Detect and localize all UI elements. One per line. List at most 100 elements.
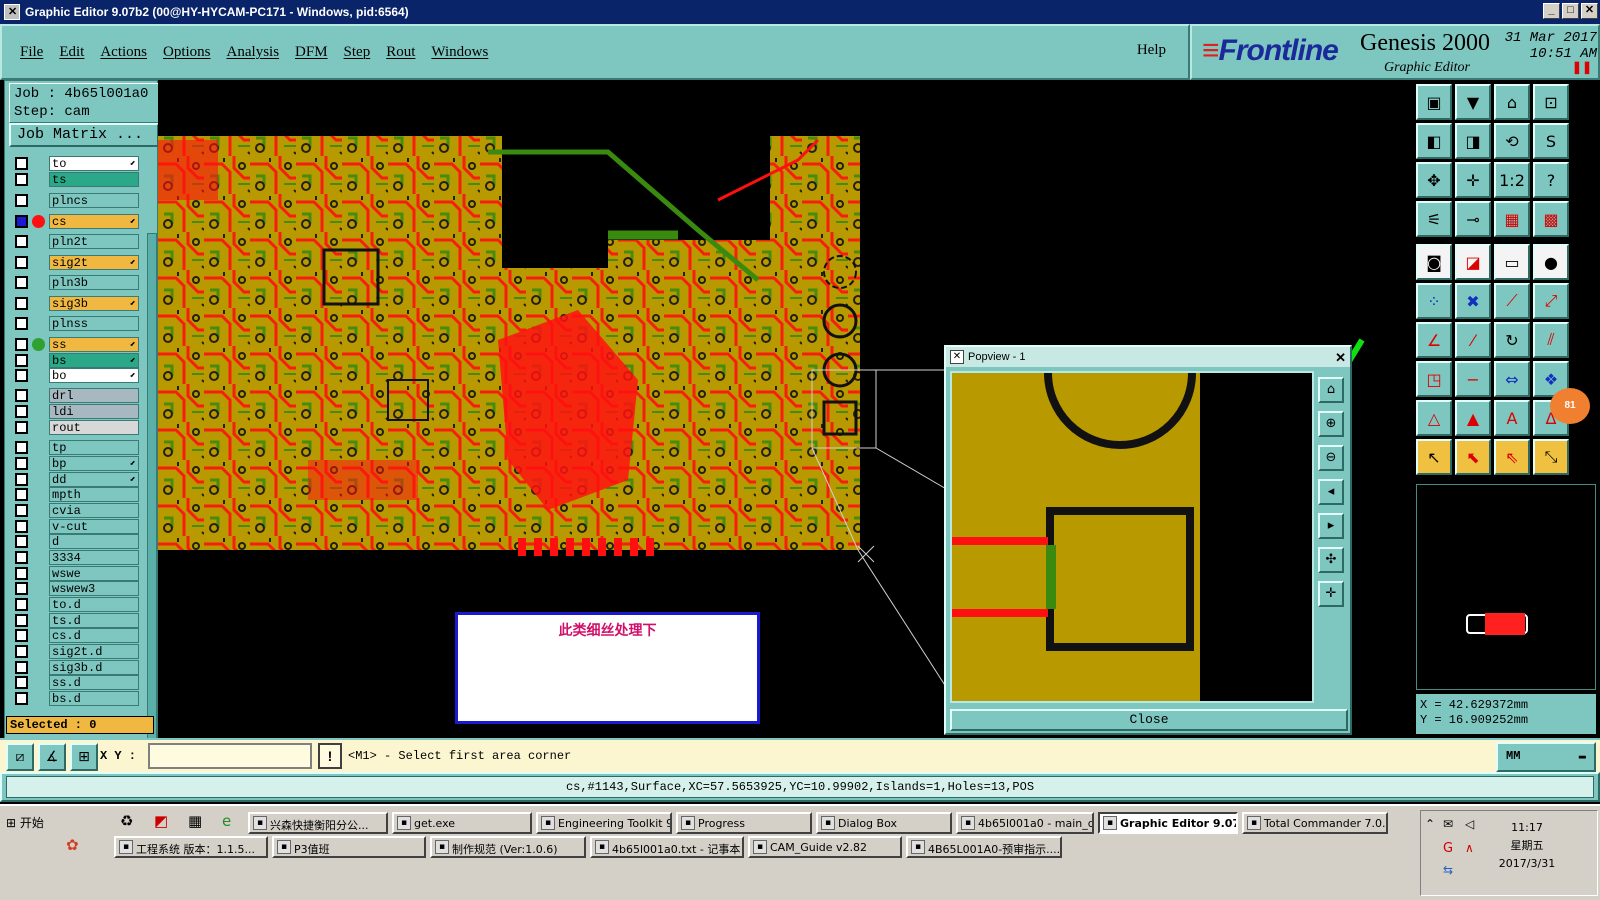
measure-icon[interactable]: ⚟ bbox=[1416, 201, 1452, 237]
popview-title-bar[interactable]: ✕ Popview - 1 ✕ bbox=[946, 347, 1350, 367]
taskbar-button[interactable]: ▪ CAM_Guide v2.82 bbox=[748, 836, 902, 858]
layer-checkbox[interactable] bbox=[15, 405, 28, 418]
layer-checkbox[interactable] bbox=[15, 194, 28, 207]
menu-file[interactable]: File bbox=[20, 44, 43, 61]
taskbar-button[interactable]: ▪Graphic Editor 9.07... bbox=[1098, 812, 1238, 834]
layer-name[interactable]: d bbox=[49, 534, 139, 549]
menu-edit[interactable]: Edit bbox=[59, 44, 84, 61]
snap-angle-icon[interactable]: ∡ bbox=[38, 743, 66, 771]
layer-checkbox[interactable] bbox=[15, 645, 28, 658]
layer-name[interactable]: plnss bbox=[49, 316, 139, 331]
layer-name[interactable]: bo ⬋ bbox=[49, 368, 139, 383]
maximize-button[interactable]: □ bbox=[1562, 3, 1579, 19]
layer-checkbox[interactable] bbox=[15, 551, 28, 564]
layer-checkbox[interactable] bbox=[15, 215, 28, 228]
grid-icon[interactable]: ▦ bbox=[1494, 201, 1530, 237]
layer-checkbox[interactable] bbox=[15, 317, 28, 330]
taskbar-button[interactable]: ▪ Progress bbox=[676, 812, 812, 834]
layer-checkbox[interactable] bbox=[15, 661, 28, 674]
zoom-in-icon[interactable]: ⊕ bbox=[1318, 411, 1344, 437]
ruler-icon[interactable]: ▭ bbox=[1494, 244, 1530, 280]
tray-up-icon[interactable]: ⌃ bbox=[1425, 817, 1435, 831]
help-icon[interactable]: ? bbox=[1533, 162, 1569, 198]
taskbar-button[interactable]: ▪ Total Commander 7.0.... bbox=[1242, 812, 1388, 834]
close-window-button[interactable]: ✕ bbox=[1581, 3, 1598, 19]
line-cut-icon[interactable]: ◪ bbox=[1455, 244, 1491, 280]
quicklaunch-browser-icon[interactable]: e bbox=[222, 812, 231, 830]
add-pad-icon[interactable]: ◳ bbox=[1416, 361, 1452, 397]
tray-network-icon[interactable]: ⇆ bbox=[1443, 863, 1453, 877]
layer-name[interactable]: plncs bbox=[49, 193, 139, 208]
zoom-home-icon[interactable]: ⌂ bbox=[1318, 377, 1344, 403]
layer-row[interactable]: rout bbox=[13, 419, 149, 436]
layer-checkbox[interactable] bbox=[15, 598, 28, 611]
pin-icon[interactable]: ⊸ bbox=[1455, 201, 1491, 237]
layer-checkbox[interactable] bbox=[15, 235, 28, 248]
layer-row[interactable]: drl bbox=[13, 387, 149, 404]
taskbar-button[interactable]: ▪ 制作规范 (Ver:1.0.6) bbox=[430, 836, 586, 858]
layer-row[interactable]: cs ⬋ bbox=[13, 213, 149, 230]
tray-lang-icon[interactable]: ∧ bbox=[1465, 841, 1474, 855]
layer-row[interactable]: ss ⬋ bbox=[13, 336, 149, 353]
select-net-icon[interactable]: ⬉ bbox=[1455, 439, 1491, 475]
quicklaunch-pdf-icon[interactable]: ◩ bbox=[154, 812, 168, 830]
popview-canvas[interactable] bbox=[950, 371, 1314, 703]
layer-row[interactable]: bs.d bbox=[13, 690, 149, 707]
taskbar-button[interactable]: ▪Engineering Toolkit 9.... bbox=[536, 812, 672, 834]
resize-icon[interactable]: ⇔ bbox=[1494, 361, 1530, 397]
tray-volume-icon[interactable]: ◁ bbox=[1465, 817, 1474, 831]
layer-checkbox[interactable] bbox=[15, 157, 28, 170]
units-select[interactable]: MM ▬ bbox=[1496, 742, 1596, 772]
taskbar-button[interactable]: ▪ 4b65l001a0 - main_qa bbox=[956, 812, 1094, 834]
layer-name[interactable]: cvia bbox=[49, 503, 139, 518]
select-icon[interactable]: ↖ bbox=[1416, 439, 1452, 475]
taskbar-button[interactable]: ▪ P3值班 bbox=[272, 836, 426, 858]
start-button[interactable]: ⊞ 开始 bbox=[2, 812, 54, 834]
layer-checkbox[interactable] bbox=[15, 504, 28, 517]
cross-icon[interactable]: ✖ bbox=[1455, 283, 1491, 319]
polygon-icon[interactable]: △ bbox=[1416, 400, 1452, 436]
layer-row[interactable]: sig3b ⬋ bbox=[13, 295, 149, 312]
layer-row[interactable]: cs.d bbox=[13, 627, 149, 644]
taskbar-clock[interactable]: 11:17 星期五 2017/3/31 bbox=[1487, 819, 1567, 873]
line-add-icon[interactable]: ⟋ bbox=[1494, 283, 1530, 319]
slash-icon[interactable]: ⁄ bbox=[1455, 322, 1491, 358]
layer-row[interactable]: to ⬋ bbox=[13, 155, 149, 172]
layer-name[interactable]: pln3b bbox=[49, 275, 139, 290]
layer-checkbox[interactable] bbox=[15, 457, 28, 470]
layer-checkbox[interactable] bbox=[15, 676, 28, 689]
floating-badge[interactable]: 81 bbox=[1550, 388, 1590, 424]
layer-checkbox[interactable] bbox=[15, 369, 28, 382]
layer-checkbox[interactable] bbox=[15, 256, 28, 269]
home-icon[interactable]: ⌂ bbox=[1494, 84, 1530, 120]
zoom-down-icon[interactable]: ▼ bbox=[1455, 84, 1491, 120]
layer-row[interactable]: plncs bbox=[13, 192, 149, 209]
layer-name[interactable]: 3334 bbox=[49, 550, 139, 565]
layer-checkbox[interactable] bbox=[15, 473, 28, 486]
layer-checkbox[interactable] bbox=[15, 173, 28, 186]
layer-name[interactable]: dd ⬋ bbox=[49, 472, 139, 487]
taskbar-button[interactable]: ▪ Dialog Box bbox=[816, 812, 952, 834]
layer-name[interactable]: to ⬋ bbox=[49, 156, 139, 171]
layer-checkbox[interactable] bbox=[15, 389, 28, 402]
layer-row[interactable]: cvia bbox=[13, 502, 149, 519]
layer-row[interactable]: to.d bbox=[13, 596, 149, 613]
overview-minimap[interactable] bbox=[1416, 484, 1596, 690]
layer-row[interactable]: tp bbox=[13, 439, 149, 456]
polygon-edit-icon[interactable]: ▲ bbox=[1455, 400, 1491, 436]
menu-options[interactable]: Options bbox=[163, 44, 211, 61]
arc-icon[interactable]: ↻ bbox=[1494, 322, 1530, 358]
parallel-icon[interactable]: ⫽ bbox=[1533, 322, 1569, 358]
minus-icon[interactable]: − bbox=[1455, 361, 1491, 397]
layer-name[interactable]: ldi bbox=[49, 404, 139, 419]
layer-name[interactable]: ts.d bbox=[49, 613, 139, 628]
layer-name[interactable]: sig2t ⬋ bbox=[49, 255, 139, 270]
layer-checkbox[interactable] bbox=[15, 629, 28, 642]
layer-name[interactable]: wswe bbox=[49, 566, 139, 581]
layer-name[interactable]: wswew3 bbox=[49, 581, 139, 596]
taskbar-button[interactable]: ▪ 4b65l001a0.txt - 记事本 bbox=[590, 836, 744, 858]
select-move-icon[interactable]: ⤡ bbox=[1533, 439, 1569, 475]
layer-row[interactable]: ldi bbox=[13, 403, 149, 420]
menu-rout[interactable]: Rout bbox=[386, 44, 415, 61]
connect-icon[interactable]: ⁘ bbox=[1416, 283, 1452, 319]
